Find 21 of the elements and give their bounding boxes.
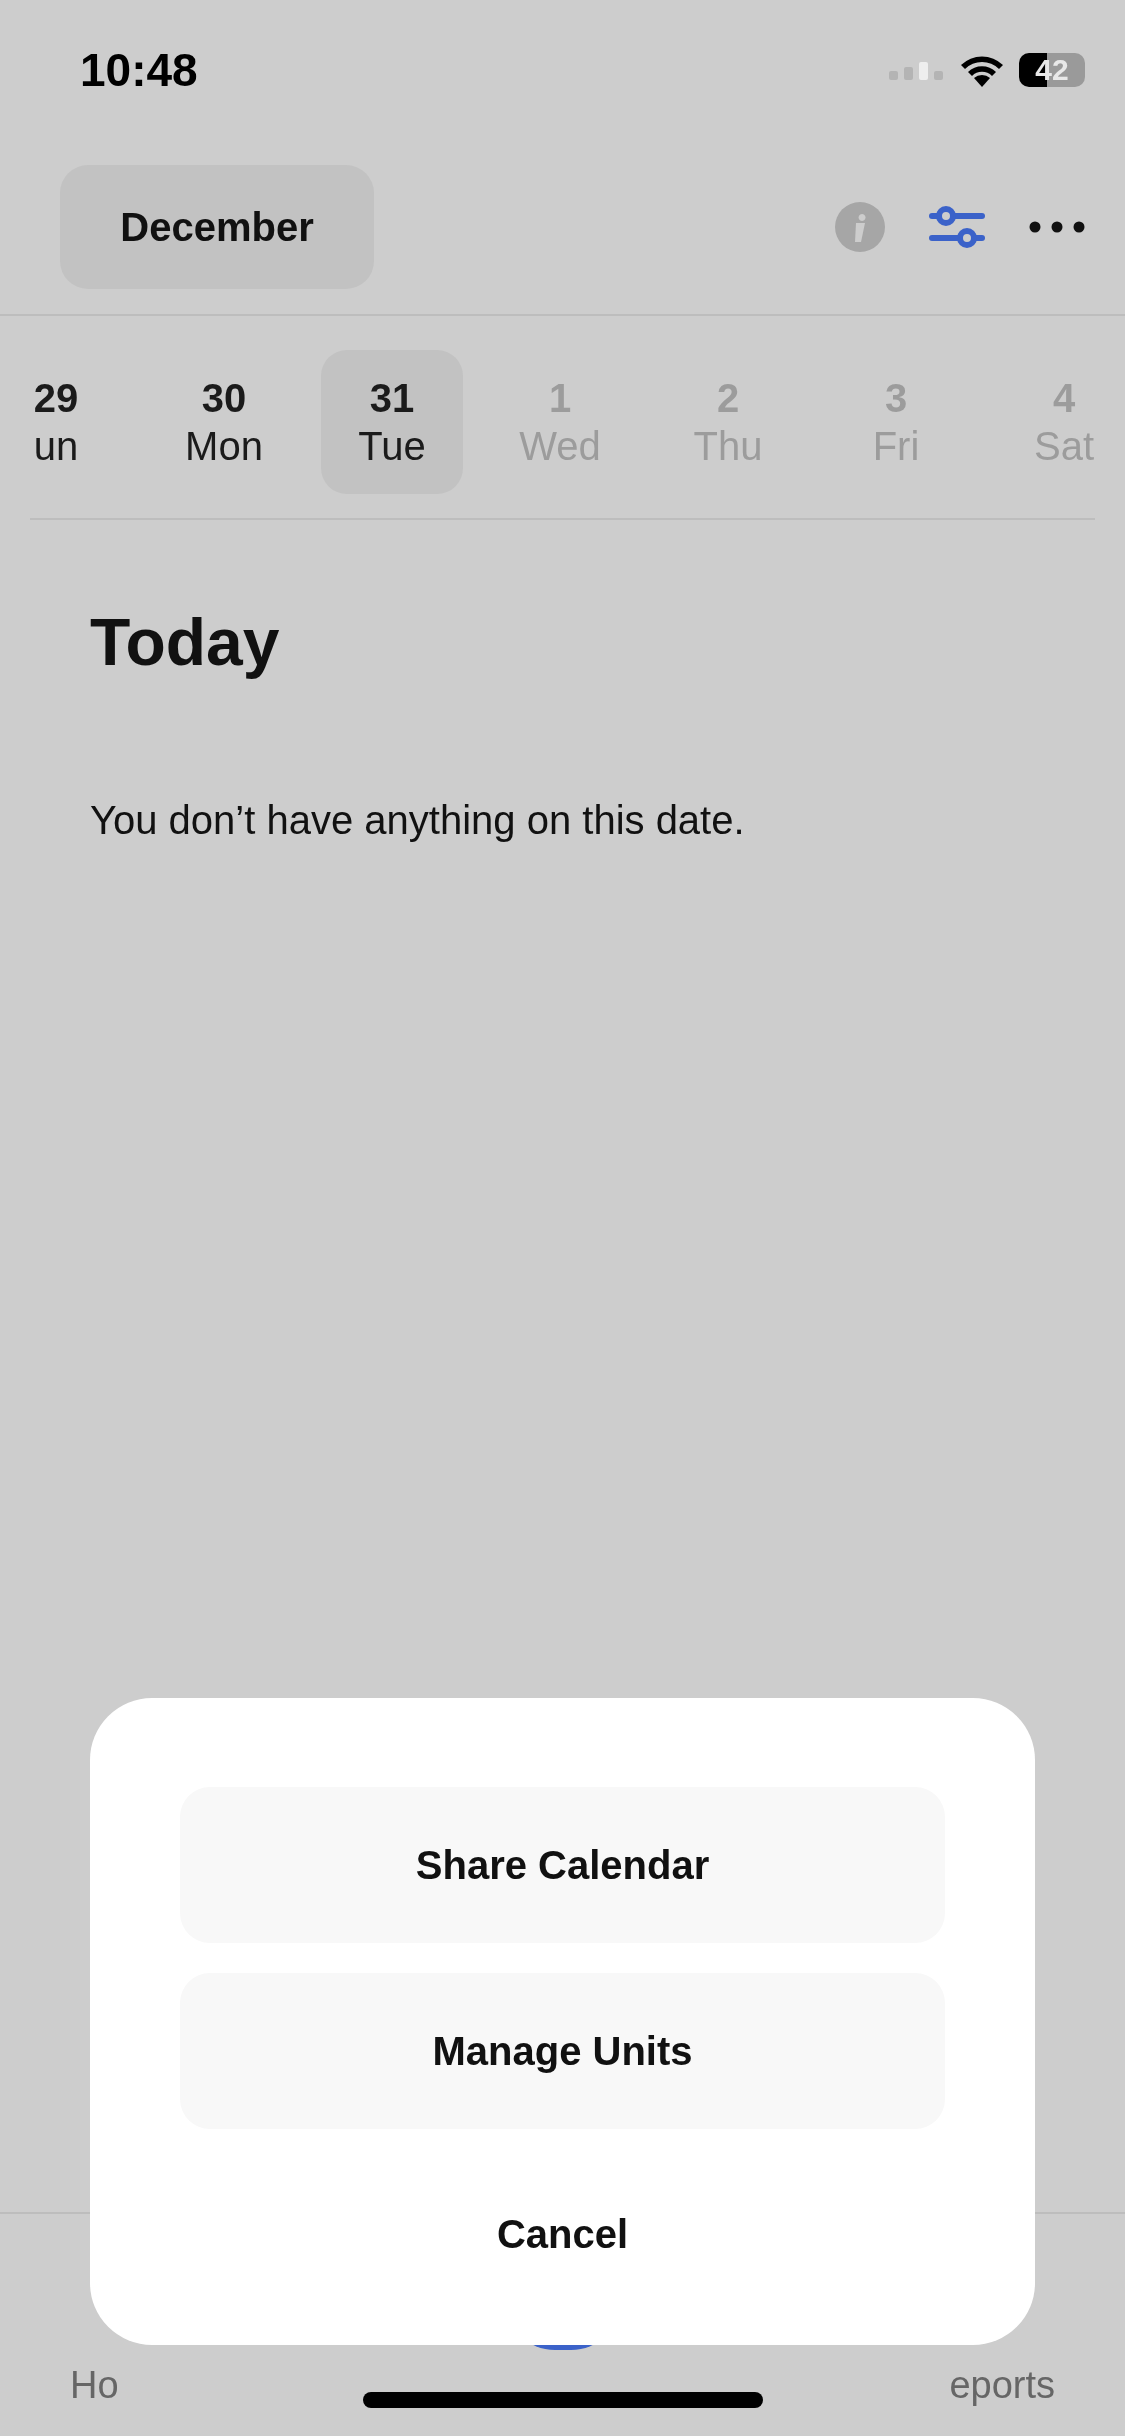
tab-label[interactable]: eports [949, 2364, 1055, 2407]
day-number: 29 [33, 375, 79, 422]
weekday-label: un [33, 423, 79, 470]
action-button[interactable]: Manage Units [180, 1973, 945, 2129]
clock-time: 10:48 [80, 43, 198, 97]
date-item[interactable]: 29 un [0, 350, 140, 494]
month-button[interactable]: December [60, 165, 374, 289]
more-icon[interactable] [1029, 221, 1085, 233]
tab-label[interactable]: Ho [70, 2364, 119, 2407]
wifi-icon [959, 53, 1005, 87]
weekday-label: Mon [185, 423, 263, 470]
action-button[interactable]: Share Calendar [180, 1787, 945, 1943]
day-number: 31 [369, 375, 415, 422]
empty-message: You don’t have anything on this date. [90, 798, 746, 843]
date-item[interactable]: 31 Tue [321, 350, 463, 494]
date-item[interactable]: 30 Mon [140, 350, 308, 494]
day-number: 30 [201, 375, 247, 422]
weekday-label: Tue [358, 423, 426, 470]
sliders-icon[interactable] [929, 204, 985, 250]
section-heading: Today [90, 604, 281, 680]
signal-icon [889, 59, 945, 81]
